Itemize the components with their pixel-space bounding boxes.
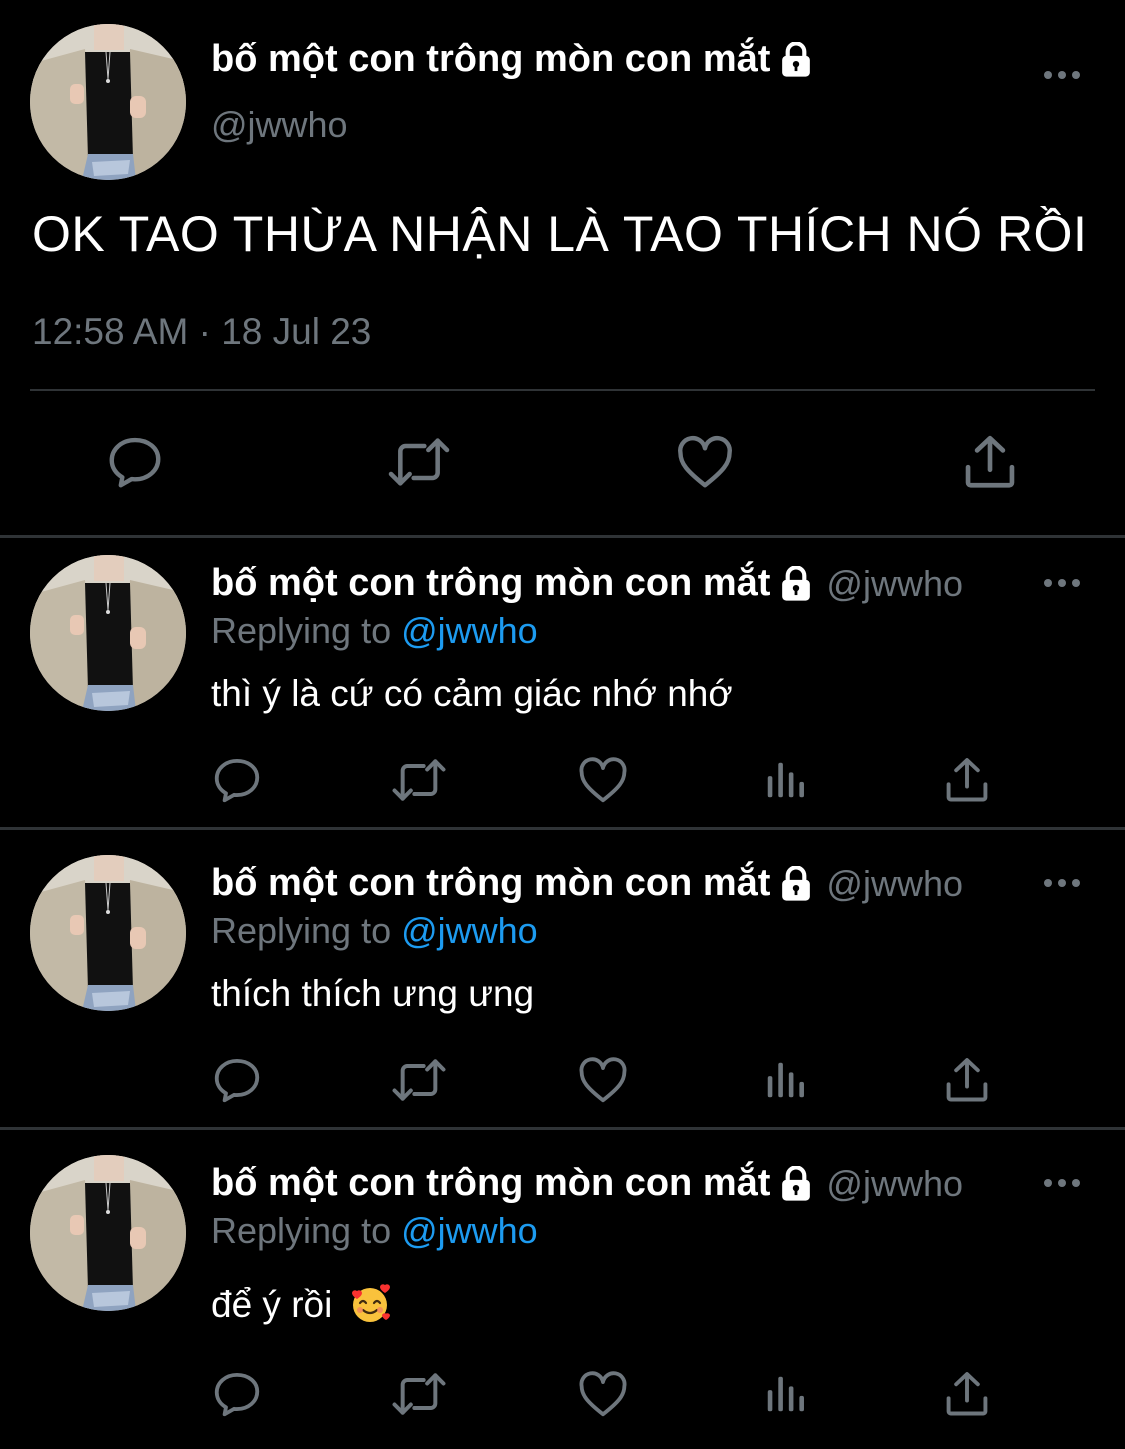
reply-header: bố một con trông mòn con mắt @jwwho <box>211 862 984 905</box>
user-handle[interactable]: @jwwho <box>826 563 984 605</box>
replying-to-label: Replying to <box>211 910 392 951</box>
display-name-text: bố một con trông mòn con mắt <box>211 1162 771 1204</box>
mention-link[interactable]: @jwwho <box>401 610 538 651</box>
tweet-text: thích thích ưng ưng <box>211 973 535 1014</box>
more-options-icon[interactable] <box>1040 866 1084 900</box>
reply-icon[interactable] <box>209 752 265 808</box>
tweet-timestamp[interactable]: 12:58 AM · 18 Jul 23 <box>32 311 371 353</box>
avatar[interactable] <box>30 1155 186 1311</box>
display-name[interactable]: bố một con trông mòn con mắt <box>211 562 814 605</box>
replying-to: Replying to @jwwho <box>211 910 538 952</box>
like-icon[interactable] <box>575 1052 631 1108</box>
like-icon[interactable] <box>575 752 631 808</box>
share-icon[interactable] <box>939 752 995 808</box>
display-name[interactable]: bố một con trông mòn con mắt <box>211 1162 814 1205</box>
user-handle[interactable]: @jwwho <box>211 104 348 146</box>
retweet-icon[interactable] <box>387 430 451 494</box>
user-handle[interactable]: @jwwho <box>826 863 984 905</box>
reply-header: bố một con trông mòn con mắt @jwwho <box>211 562 984 605</box>
display-name-text: bố một con trông mòn con mắt <box>211 38 771 80</box>
lock-icon <box>778 866 814 902</box>
user-handle[interactable]: @jwwho <box>826 1163 984 1205</box>
mention-link[interactable]: @jwwho <box>401 1210 538 1251</box>
like-icon[interactable] <box>575 1366 631 1422</box>
display-name-text: bố một con trông mòn con mắt <box>211 562 771 604</box>
tweet-text-content: để ý rồi <box>211 1284 333 1325</box>
replying-to: Replying to @jwwho <box>211 610 538 652</box>
tweet-text: thì ý là cứ có cảm giác nhớ nhớ <box>211 673 733 714</box>
divider <box>0 827 1125 830</box>
lock-icon <box>778 42 814 78</box>
replying-to-label: Replying to <box>211 610 392 651</box>
reply-header: bố một con trông mòn con mắt @jwwho <box>211 1162 984 1205</box>
share-icon[interactable] <box>939 1366 995 1422</box>
retweet-icon[interactable] <box>391 1366 447 1422</box>
mention-link[interactable]: @jwwho <box>401 910 538 951</box>
tweet-text: OK TAO THỪA NHẬN LÀ TAO THÍCH NÓ RỒI <box>32 206 1088 262</box>
views-icon[interactable] <box>757 752 813 808</box>
reply-tweet[interactable]: bố một con trông mòn con mắt @jwwho Repl… <box>0 838 1125 1135</box>
reply-icon[interactable] <box>209 1366 265 1422</box>
reply-tweet[interactable]: bố một con trông mòn con mắt @jwwho Repl… <box>0 1138 1125 1449</box>
lock-icon <box>778 1166 814 1202</box>
avatar[interactable] <box>30 855 186 1011</box>
more-options-icon[interactable] <box>1040 566 1084 600</box>
display-name-text: bố một con trông mòn con mắt <box>211 862 771 904</box>
lock-icon <box>778 566 814 602</box>
display-name[interactable]: bố một con trông mòn con mắt <box>211 38 814 81</box>
more-options-icon[interactable] <box>1040 1166 1084 1200</box>
avatar[interactable] <box>30 24 186 180</box>
retweet-icon[interactable] <box>391 752 447 808</box>
retweet-icon[interactable] <box>391 1052 447 1108</box>
display-name[interactable]: bố một con trông mòn con mắt <box>211 862 814 905</box>
reply-icon[interactable] <box>103 430 167 494</box>
share-icon[interactable] <box>958 430 1022 494</box>
more-options-icon[interactable] <box>1040 58 1084 92</box>
main-tweet: bố một con trông mòn con mắt @jwwho OK T… <box>0 0 1125 535</box>
avatar[interactable] <box>30 555 186 711</box>
reply-icon[interactable] <box>209 1052 265 1108</box>
divider <box>0 1127 1125 1130</box>
replying-to-label: Replying to <box>211 1210 392 1251</box>
views-icon[interactable] <box>757 1052 813 1108</box>
reply-tweet[interactable]: bố một con trông mòn con mắt @jwwho Repl… <box>0 538 1125 835</box>
replying-to: Replying to @jwwho <box>211 1210 538 1252</box>
divider <box>30 389 1095 391</box>
tweet-text: để ý rồi <box>211 1283 391 1326</box>
views-icon[interactable] <box>757 1366 813 1422</box>
like-icon[interactable] <box>673 430 737 494</box>
share-icon[interactable] <box>939 1052 995 1108</box>
smiling-face-with-hearts-icon <box>349 1283 391 1325</box>
